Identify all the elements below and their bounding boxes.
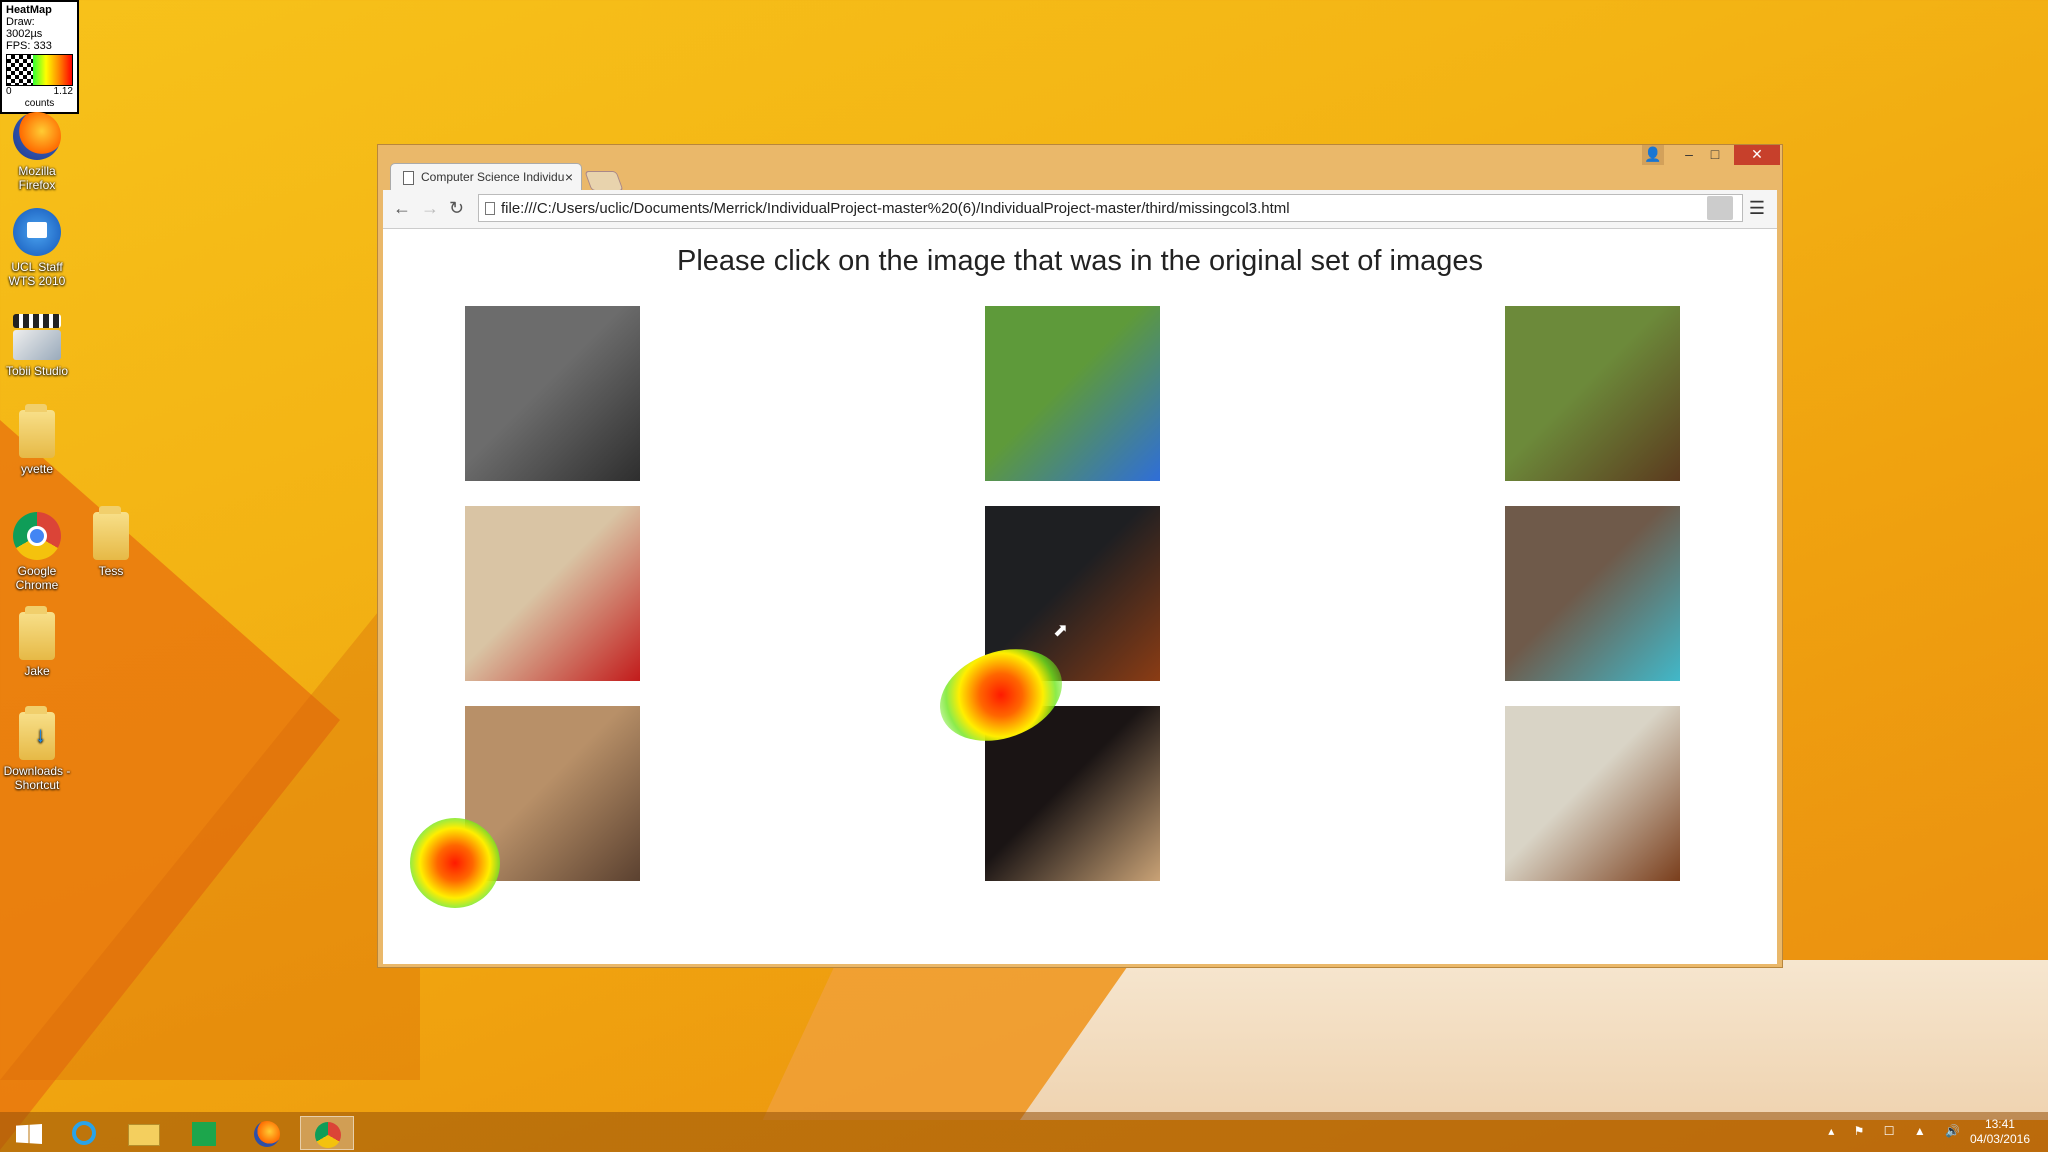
desktop-icon-google-chrome[interactable]: Google Chrome <box>0 512 75 592</box>
image-bearded-man[interactable] <box>465 306 640 481</box>
profile-button[interactable]: 👤 <box>1642 145 1664 165</box>
tab-title: Computer Science Individu <box>421 170 565 184</box>
browser-toolbar: ← → ↻ file:///C:/Users/uclic/Documents/M… <box>383 190 1777 229</box>
legend-color-ramp <box>6 54 73 86</box>
desktop-icon-label: yvette <box>20 462 53 476</box>
desktop-icon-label: Google Chrome <box>15 564 59 592</box>
image-tools-walnuts[interactable] <box>465 506 640 681</box>
taskbar-file-explorer[interactable] <box>116 1116 170 1150</box>
tobii-studio-graphic <box>13 330 61 360</box>
desktop-icon-label: UCL Staff WTS 2010 <box>8 260 66 288</box>
desktop-icon-jake[interactable]: Jake <box>0 606 75 678</box>
desktop-icon-tess[interactable]: Tess <box>73 506 149 578</box>
start-icon <box>16 1124 42 1144</box>
legend-fps: FPS: 333 <box>6 40 52 52</box>
tab-close-icon[interactable]: × <box>565 169 573 185</box>
image-coffee-cup[interactable] <box>985 506 1160 681</box>
taskbar-internet-explorer[interactable] <box>58 1116 112 1150</box>
menu-icon[interactable]: ☰ <box>1749 198 1765 219</box>
firefox-icon <box>13 112 61 160</box>
start-button[interactable] <box>2 1116 56 1150</box>
forward-icon[interactable]: → <box>421 198 439 219</box>
taskbar-chrome[interactable] <box>300 1116 354 1150</box>
legend-min: 0 <box>6 86 12 97</box>
desktop-icon-label: Jake <box>24 664 50 678</box>
clock[interactable]: 13:41 04/03/2016 <box>1970 1117 2030 1147</box>
heatmap-legend: HeatMap Draw: 3002µs FPS: 333 0 1.12 coun… <box>0 0 79 114</box>
legend-max: 1.12 <box>53 86 73 97</box>
legend-unit: counts <box>24 98 55 109</box>
taskbar: ▴ ⚑ ☐ ▲ 🔊 13:41 04/03/2016 <box>0 1112 2048 1152</box>
desktop-icon-yvette[interactable]: yvette <box>0 404 75 476</box>
wallpaper-shape <box>1020 960 2048 1120</box>
desktop-icon-tobii-studio[interactable]: Tobii Studio <box>0 308 75 378</box>
chrome-icon <box>13 512 61 560</box>
internet-explorer-icon <box>72 1121 96 1145</box>
tobii-studio-icon <box>13 314 61 328</box>
maximize-button[interactable]: □ <box>1704 145 1726 165</box>
downloads-folder-icon: ↓ <box>19 706 55 760</box>
desktop-icon-ucl-staff-wts[interactable]: UCL Staff WTS 2010 <box>0 208 75 288</box>
tab-active[interactable]: Computer Science Individu × <box>390 163 582 191</box>
close-button[interactable]: ✕ <box>1734 145 1780 165</box>
desktop-icon-label: Tess <box>98 564 124 578</box>
store-icon <box>192 1122 216 1146</box>
legend-title: HeatMap <box>6 4 52 16</box>
desktop-icon-label: Downloads - Shortcut <box>3 764 71 792</box>
page-content: Please click on the image that was in th… <box>383 229 1777 964</box>
reload-icon[interactable]: ↻ <box>449 198 464 219</box>
clock-date: 04/03/2016 <box>1969 1132 2030 1146</box>
page-icon <box>403 171 414 185</box>
taskbar-store[interactable] <box>178 1116 232 1150</box>
desktop-icon-label: Mozilla Firefox <box>18 164 56 192</box>
image-wallet-pocket[interactable] <box>1505 706 1680 881</box>
image-radio-dial[interactable] <box>985 706 1160 881</box>
file-explorer-icon <box>128 1124 160 1146</box>
back-icon[interactable]: ← <box>393 198 411 219</box>
legend-draw-time: Draw: 3002µs <box>6 16 43 40</box>
new-tab-button[interactable] <box>584 171 624 191</box>
clock-time: 13:41 <box>1984 1117 2015 1131</box>
desktop-icon-downloads-shortcut[interactable]: ↓ Downloads - Shortcut <box>0 706 75 792</box>
image-skateboard-fence[interactable] <box>1505 506 1680 681</box>
address-bar[interactable]: file:///C:/Users/uclic/Documents/Merrick… <box>478 194 1743 222</box>
mouse-cursor-icon: ⬈ <box>1053 620 1069 640</box>
page-heading: Please click on the image that was in th… <box>677 245 1483 277</box>
image-gavel[interactable] <box>465 706 640 881</box>
folder-icon <box>93 506 129 560</box>
page-icon <box>485 202 495 215</box>
folder-icon <box>19 404 55 458</box>
image-dog-field[interactable] <box>1505 306 1680 481</box>
folder-icon <box>19 606 55 660</box>
system-tray[interactable]: ▴ ⚑ ☐ ▲ 🔊 <box>1828 1124 1968 1138</box>
firefox-icon <box>254 1121 280 1147</box>
minimize-button[interactable]: – <box>1678 145 1700 165</box>
image-feet-grass[interactable] <box>985 306 1160 481</box>
extension-icon[interactable] <box>1707 196 1733 220</box>
url-text: file:///C:/Users/uclic/Documents/Merrick… <box>501 200 1290 217</box>
taskbar-firefox[interactable] <box>240 1116 294 1150</box>
browser-window: 👤 – □ ✕ Computer Science Individu × ← → … <box>377 144 1783 968</box>
remote-desktop-icon <box>13 208 61 256</box>
chrome-icon <box>315 1122 341 1148</box>
desktop-icon-label: Tobii Studio <box>5 364 69 378</box>
desktop-icon-firefox[interactable]: Mozilla Firefox <box>0 112 75 192</box>
